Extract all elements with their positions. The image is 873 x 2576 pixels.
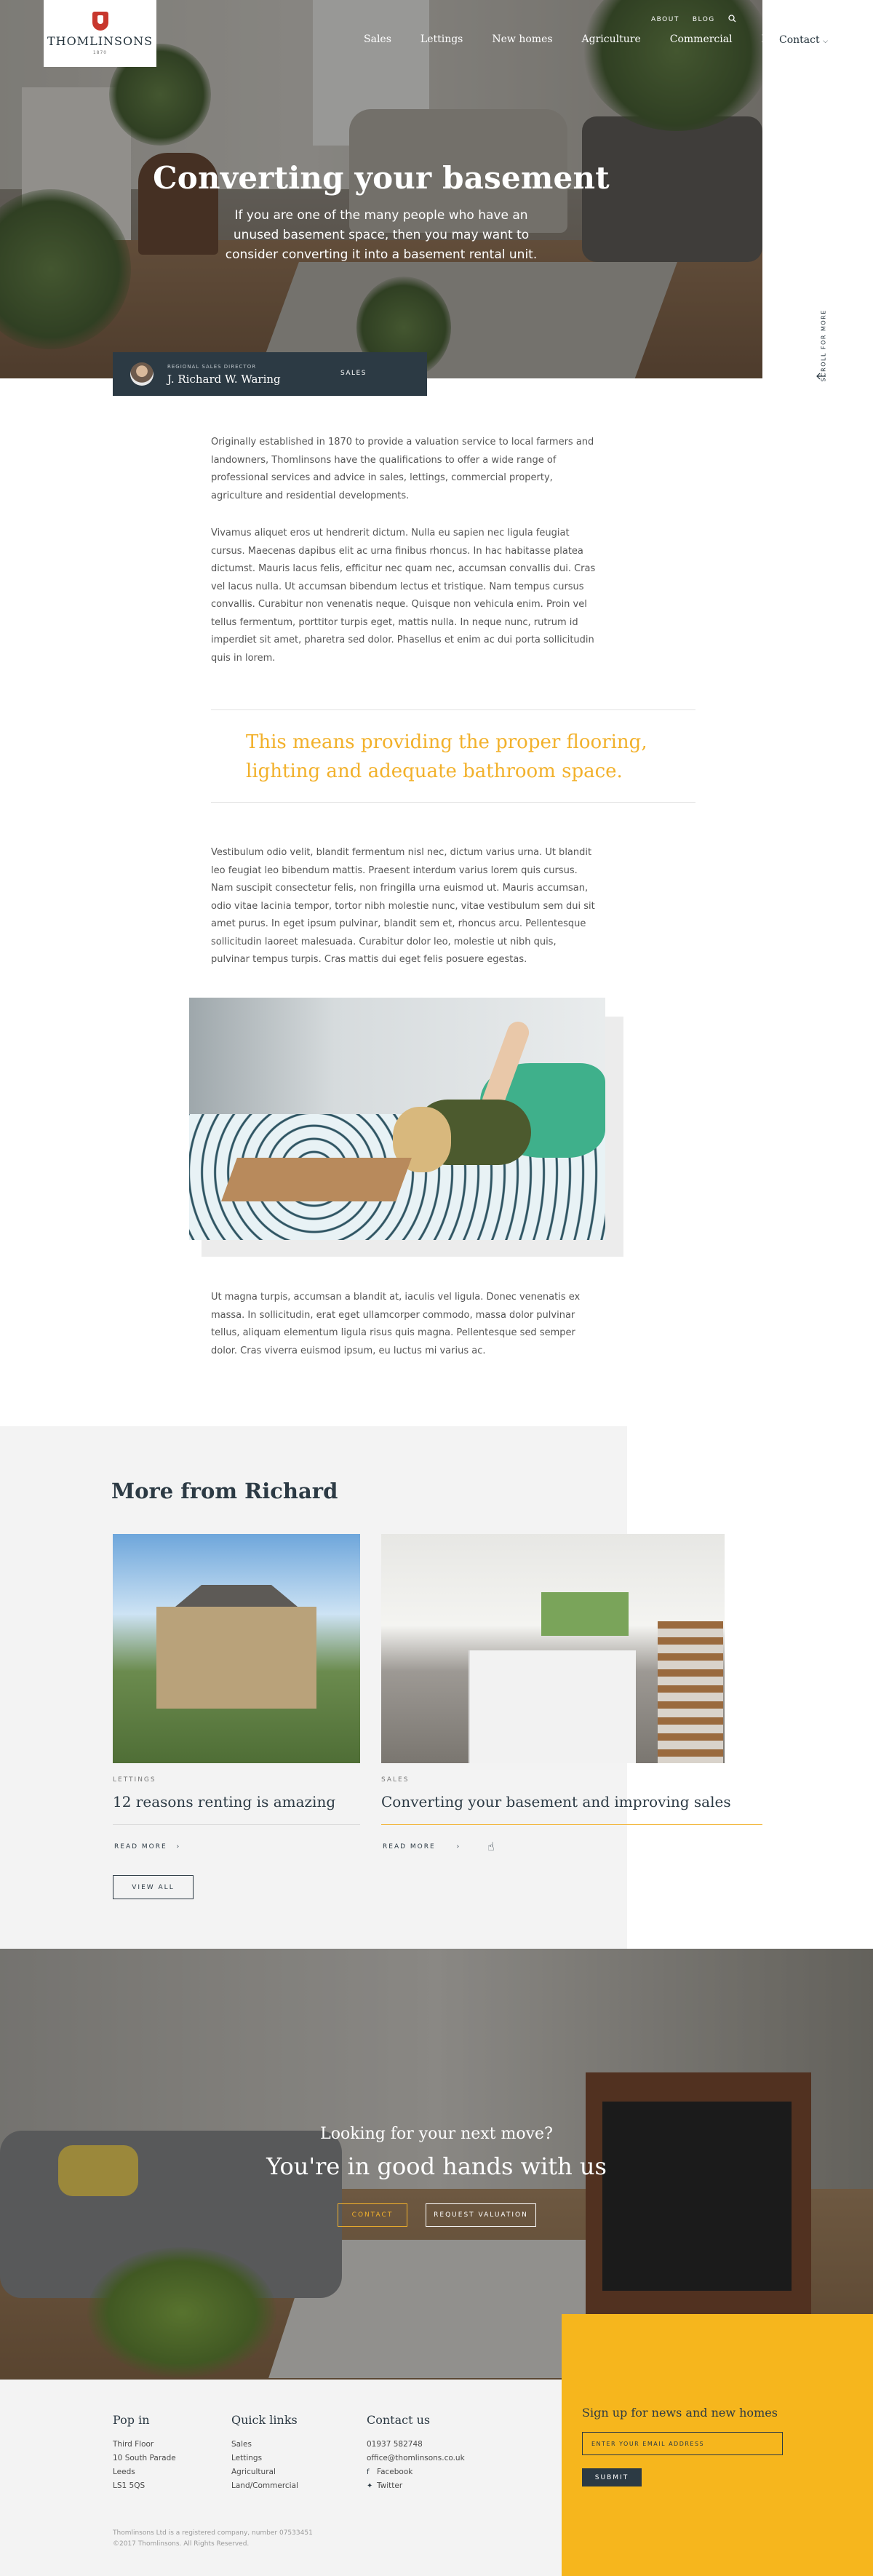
twitter-label: Twitter: [377, 2481, 403, 2490]
search-icon[interactable]: [728, 15, 736, 25]
read-more-link[interactable]: READ MORE ›: [114, 1843, 180, 1850]
author-name: J. Richard W. Waring: [167, 373, 281, 386]
utility-nav: ABOUT BLOG: [651, 15, 736, 25]
article-paragraph: Vivamus aliquet eros ut hendrerit dictum…: [211, 528, 596, 664]
newsletter-title: Sign up for news and new homes: [582, 2406, 778, 2420]
main-nav: Sales Lettings New homes Agriculture Com…: [364, 33, 816, 45]
card-divider: [381, 1824, 762, 1825]
footer-link-land-commercial[interactable]: Land/Commercial: [231, 2479, 298, 2493]
footer-link-sales[interactable]: Sales: [231, 2438, 252, 2452]
chevron-right-icon: ›: [176, 1843, 181, 1850]
cta-title: You're in good hands with us: [266, 2152, 607, 2180]
page-title: Converting your basement: [153, 160, 610, 196]
nav-sales[interactable]: Sales: [364, 33, 391, 45]
submit-button[interactable]: SUBMIT: [582, 2468, 642, 2486]
email-field[interactable]: [582, 2432, 783, 2455]
logo-est: 1870: [92, 50, 108, 55]
contact-button[interactable]: CONTACT: [338, 2203, 407, 2227]
company-registration: Thomlinsons Ltd is a registered company,…: [113, 2529, 313, 2537]
facebook-icon: f: [367, 2468, 370, 2476]
facebook-label: Facebook: [377, 2468, 413, 2476]
nav-commercial[interactable]: Commercial: [670, 33, 733, 45]
copyright: ©2017 Thomlinsons. All Rights Reserved.: [113, 2540, 250, 2548]
footer-link-lettings[interactable]: Lettings: [231, 2452, 262, 2465]
author-role: REGIONAL SALES DIRECTOR: [167, 364, 257, 370]
nav-agriculture[interactable]: Agriculture: [582, 33, 641, 45]
footer-link-agricultural[interactable]: Agricultural: [231, 2465, 276, 2479]
contact-label: Contact: [779, 34, 820, 46]
footer-heading: Pop in: [113, 2413, 150, 2427]
card-image[interactable]: [113, 1534, 360, 1763]
article-image: [189, 998, 605, 1240]
address-line: Leeds: [113, 2468, 135, 2476]
card-image[interactable]: [381, 1534, 762, 1763]
address-line: 10 South Parade: [113, 2454, 176, 2462]
card-category: SALES: [381, 1776, 410, 1784]
card-title[interactable]: Converting your basement and improving s…: [381, 1793, 731, 1810]
logo-text: THOMLINSONS: [47, 34, 154, 48]
read-more-link[interactable]: READ MORE ›: [383, 1843, 461, 1850]
card-title[interactable]: 12 reasons renting is amazing: [113, 1793, 335, 1810]
about-link[interactable]: ABOUT: [651, 16, 679, 23]
article-paragraph: Vestibulum odio velit, blandit fermentum…: [211, 847, 595, 965]
logo[interactable]: THOMLINSONS 1870: [44, 0, 156, 67]
hand-cursor-icon: ☝: [487, 1840, 495, 1853]
scroll-indicator[interactable]: SCROLL FOR MORE: [815, 298, 829, 386]
nav-new-homes[interactable]: New homes: [492, 33, 552, 45]
view-all-button[interactable]: VIEW ALL: [113, 1875, 194, 1899]
nav-lettings[interactable]: Lettings: [420, 33, 463, 45]
arrow-left-icon: [816, 373, 826, 380]
read-more-label: READ MORE: [114, 1843, 167, 1850]
legal-text: Thomlinsons Ltd is a registered company,…: [113, 2528, 313, 2550]
twitter-link[interactable]: ✦ Twitter: [367, 2479, 402, 2493]
blog-link[interactable]: BLOG: [693, 16, 715, 23]
request-valuation-button[interactable]: REQUEST VALUATION: [426, 2203, 536, 2227]
card-divider: [113, 1824, 360, 1825]
author-bar[interactable]: REGIONAL SALES DIRECTOR J. Richard W. Wa…: [113, 352, 427, 396]
chevron-down-icon: ⌵: [823, 38, 828, 45]
chevron-right-icon: ›: [456, 1843, 461, 1850]
cta-kicker: Looking for your next move?: [320, 2125, 553, 2143]
avatar: [130, 362, 154, 386]
address-line: Third Floor: [113, 2440, 154, 2449]
nav-contact[interactable]: Contact ⌵: [779, 34, 828, 46]
section-title: More from Richard: [111, 1479, 338, 1503]
author-department: SALES: [340, 370, 367, 377]
card-category: LETTINGS: [113, 1776, 156, 1784]
read-more-label: READ MORE: [383, 1843, 436, 1850]
facebook-link[interactable]: f Facebook: [367, 2465, 412, 2479]
footer-heading: Contact us: [367, 2413, 431, 2427]
pull-quote-text: This means providing the proper flooring…: [246, 731, 647, 782]
hero-subtitle: If you are one of the many people who ha…: [225, 208, 538, 262]
twitter-icon: ✦: [367, 2482, 373, 2490]
pull-quote: This means providing the proper flooring…: [211, 709, 695, 803]
scroll-label: SCROLL FOR MORE: [820, 309, 827, 382]
footer-heading: Quick links: [231, 2413, 298, 2427]
phone-link[interactable]: 01937 582748: [367, 2438, 423, 2452]
article-paragraph: Ut magna turpis, accumsan a blandit at, …: [211, 1292, 581, 1356]
address-line: LS1 5QS: [113, 2481, 146, 2490]
article-paragraph: Originally established in 1870 to provid…: [211, 437, 594, 501]
email-link[interactable]: office@thomlinsons.co.uk: [367, 2452, 465, 2465]
shield-icon: [92, 12, 108, 31]
